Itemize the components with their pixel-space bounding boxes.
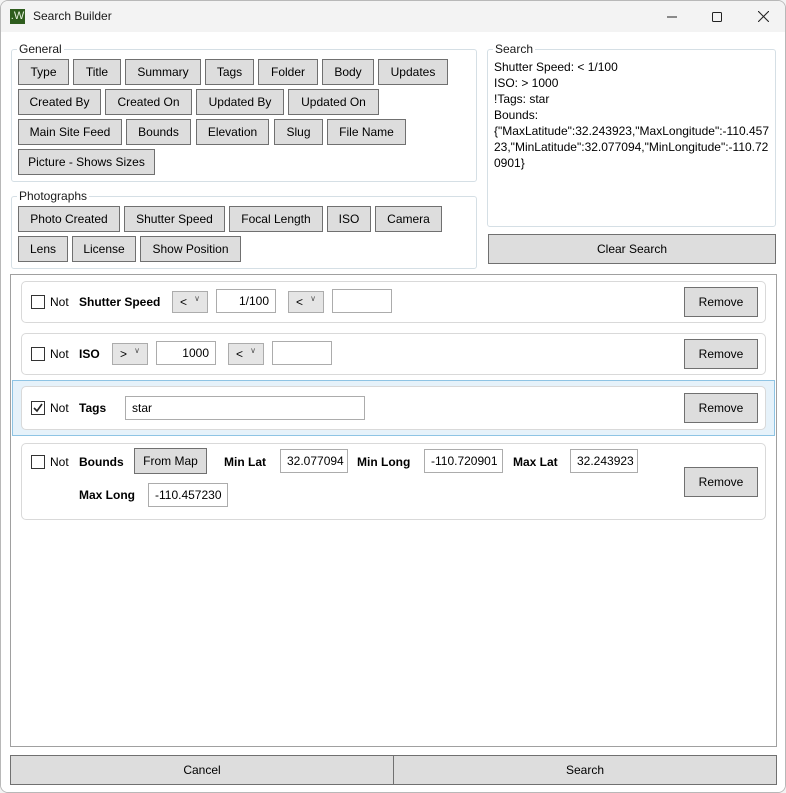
general-group-label: General <box>17 42 64 56</box>
operator-dropdown-1[interactable]: > ∨ <box>112 343 148 365</box>
operator-dropdown-2[interactable]: < ∨ <box>228 343 264 365</box>
chevron-down-icon: ∨ <box>194 294 200 303</box>
field-button-main-site-feed[interactable]: Main Site Feed <box>18 119 122 145</box>
remove-button[interactable]: Remove <box>684 339 758 369</box>
field-button-focal-length[interactable]: Focal Length <box>229 206 323 232</box>
field-button-license[interactable]: License <box>72 236 136 262</box>
filter-field-label: Bounds <box>79 455 124 469</box>
field-button-updates[interactable]: Updates <box>378 59 448 85</box>
filter-list-panel: Not Shutter Speed < ∨ 1/100 < ∨ Remove Not… <box>10 274 777 747</box>
field-button-bounds[interactable]: Bounds <box>126 119 191 145</box>
field-button-lens[interactable]: Lens <box>18 236 68 262</box>
chevron-down-icon: ∨ <box>134 346 140 355</box>
search-summary-box: Search Shutter Speed: < 1/100 ISO: > 100… <box>487 43 776 227</box>
filter-field-label: Tags <box>79 401 107 415</box>
min-lat-label: Min Lat <box>224 455 266 469</box>
photographs-group-label: Photographs <box>17 189 90 203</box>
search-summary-text: Shutter Speed: < 1/100 ISO: > 1000 !Tags… <box>494 60 770 170</box>
operator-dropdown-1[interactable]: < ∨ <box>172 291 208 313</box>
value-input-2[interactable] <box>272 341 332 365</box>
search-builder-window: .W Search Builder General Type Title Sum… <box>0 0 786 793</box>
filter-row-shutter-speed: Not Shutter Speed < ∨ 1/100 < ∨ Remove <box>21 281 766 323</box>
min-long-label: Min Long <box>357 455 411 469</box>
app-icon: .W <box>10 9 25 24</box>
not-checkbox[interactable] <box>31 295 45 309</box>
filter-field-label: Shutter Speed <box>79 295 161 309</box>
min-long-input[interactable]: -110.720901 <box>424 449 503 473</box>
field-button-type[interactable]: Type <box>18 59 69 85</box>
field-button-camera[interactable]: Camera <box>375 206 442 232</box>
maximize-icon <box>712 11 722 22</box>
filter-row-selected-highlight: Not Tags star Remove <box>12 380 775 436</box>
field-button-created-on[interactable]: Created On <box>105 89 192 115</box>
search-button[interactable]: Search <box>393 755 777 785</box>
max-lat-input[interactable]: 32.243923 <box>570 449 638 473</box>
maximize-button[interactable] <box>694 1 740 32</box>
chevron-down-icon: ∨ <box>250 346 256 355</box>
max-lat-label: Max Lat <box>513 455 558 469</box>
field-button-folder[interactable]: Folder <box>258 59 318 85</box>
close-button[interactable] <box>740 1 785 32</box>
field-button-created-by[interactable]: Created By <box>18 89 101 115</box>
min-lat-input[interactable]: 32.077094 <box>280 449 348 473</box>
field-button-updated-by[interactable]: Updated By <box>196 89 284 115</box>
chevron-down-icon: ∨ <box>310 294 316 303</box>
max-long-input[interactable]: -110.457230 <box>148 483 228 507</box>
field-button-photo-created[interactable]: Photo Created <box>18 206 120 232</box>
close-icon <box>757 11 769 22</box>
filter-row-iso: Not ISO > ∨ 1000 < ∨ Remove <box>21 333 766 375</box>
field-button-show-position[interactable]: Show Position <box>140 236 241 262</box>
not-checkbox[interactable] <box>31 455 45 469</box>
not-label: Not <box>50 347 69 361</box>
field-button-slug[interactable]: Slug <box>274 119 323 145</box>
not-label: Not <box>50 455 69 469</box>
not-label: Not <box>50 295 69 309</box>
field-button-body[interactable]: Body <box>322 59 374 85</box>
value-input-1[interactable]: 1/100 <box>216 289 276 313</box>
field-button-file-name[interactable]: File Name <box>327 119 406 145</box>
field-button-shutter-speed[interactable]: Shutter Speed <box>124 206 225 232</box>
remove-button[interactable]: Remove <box>684 467 758 497</box>
title-bar: .W Search Builder <box>1 1 785 32</box>
clear-search-button[interactable]: Clear Search <box>488 234 776 264</box>
not-checkbox[interactable] <box>31 347 45 361</box>
filter-field-label: ISO <box>79 347 100 361</box>
not-label: Not <box>50 401 69 415</box>
minimize-button[interactable] <box>649 1 695 32</box>
content-area: General Type Title Summary Tags Folder B… <box>1 32 785 792</box>
value-input-2[interactable] <box>332 289 392 313</box>
field-button-updated-on[interactable]: Updated On <box>288 89 379 115</box>
field-button-picture-shows-sizes[interactable]: Picture - Shows Sizes <box>18 149 155 175</box>
field-button-tags[interactable]: Tags <box>205 59 254 85</box>
search-group-label: Search <box>493 42 536 56</box>
field-button-summary[interactable]: Summary <box>125 59 201 85</box>
max-long-label: Max Long <box>79 488 135 502</box>
operator-dropdown-2[interactable]: < ∨ <box>288 291 324 313</box>
cancel-button[interactable]: Cancel <box>10 755 394 785</box>
remove-button[interactable]: Remove <box>684 287 758 317</box>
tags-value-input[interactable]: star <box>125 396 365 420</box>
field-button-title[interactable]: Title <box>73 59 121 85</box>
filter-row-bounds: Not Bounds From Map Min Lat 32.077094 Mi… <box>21 443 766 520</box>
checkmark-icon <box>33 403 43 413</box>
from-map-button[interactable]: From Map <box>134 448 207 474</box>
remove-button[interactable]: Remove <box>684 393 758 423</box>
field-button-iso[interactable]: ISO <box>327 206 371 232</box>
filter-row-tags: Not Tags star Remove <box>21 386 766 430</box>
window-title: Search Builder <box>33 9 112 23</box>
field-button-elevation[interactable]: Elevation <box>196 119 269 145</box>
not-checkbox-checked[interactable] <box>31 401 45 415</box>
value-input-1[interactable]: 1000 <box>156 341 216 365</box>
minimize-icon <box>667 16 677 17</box>
